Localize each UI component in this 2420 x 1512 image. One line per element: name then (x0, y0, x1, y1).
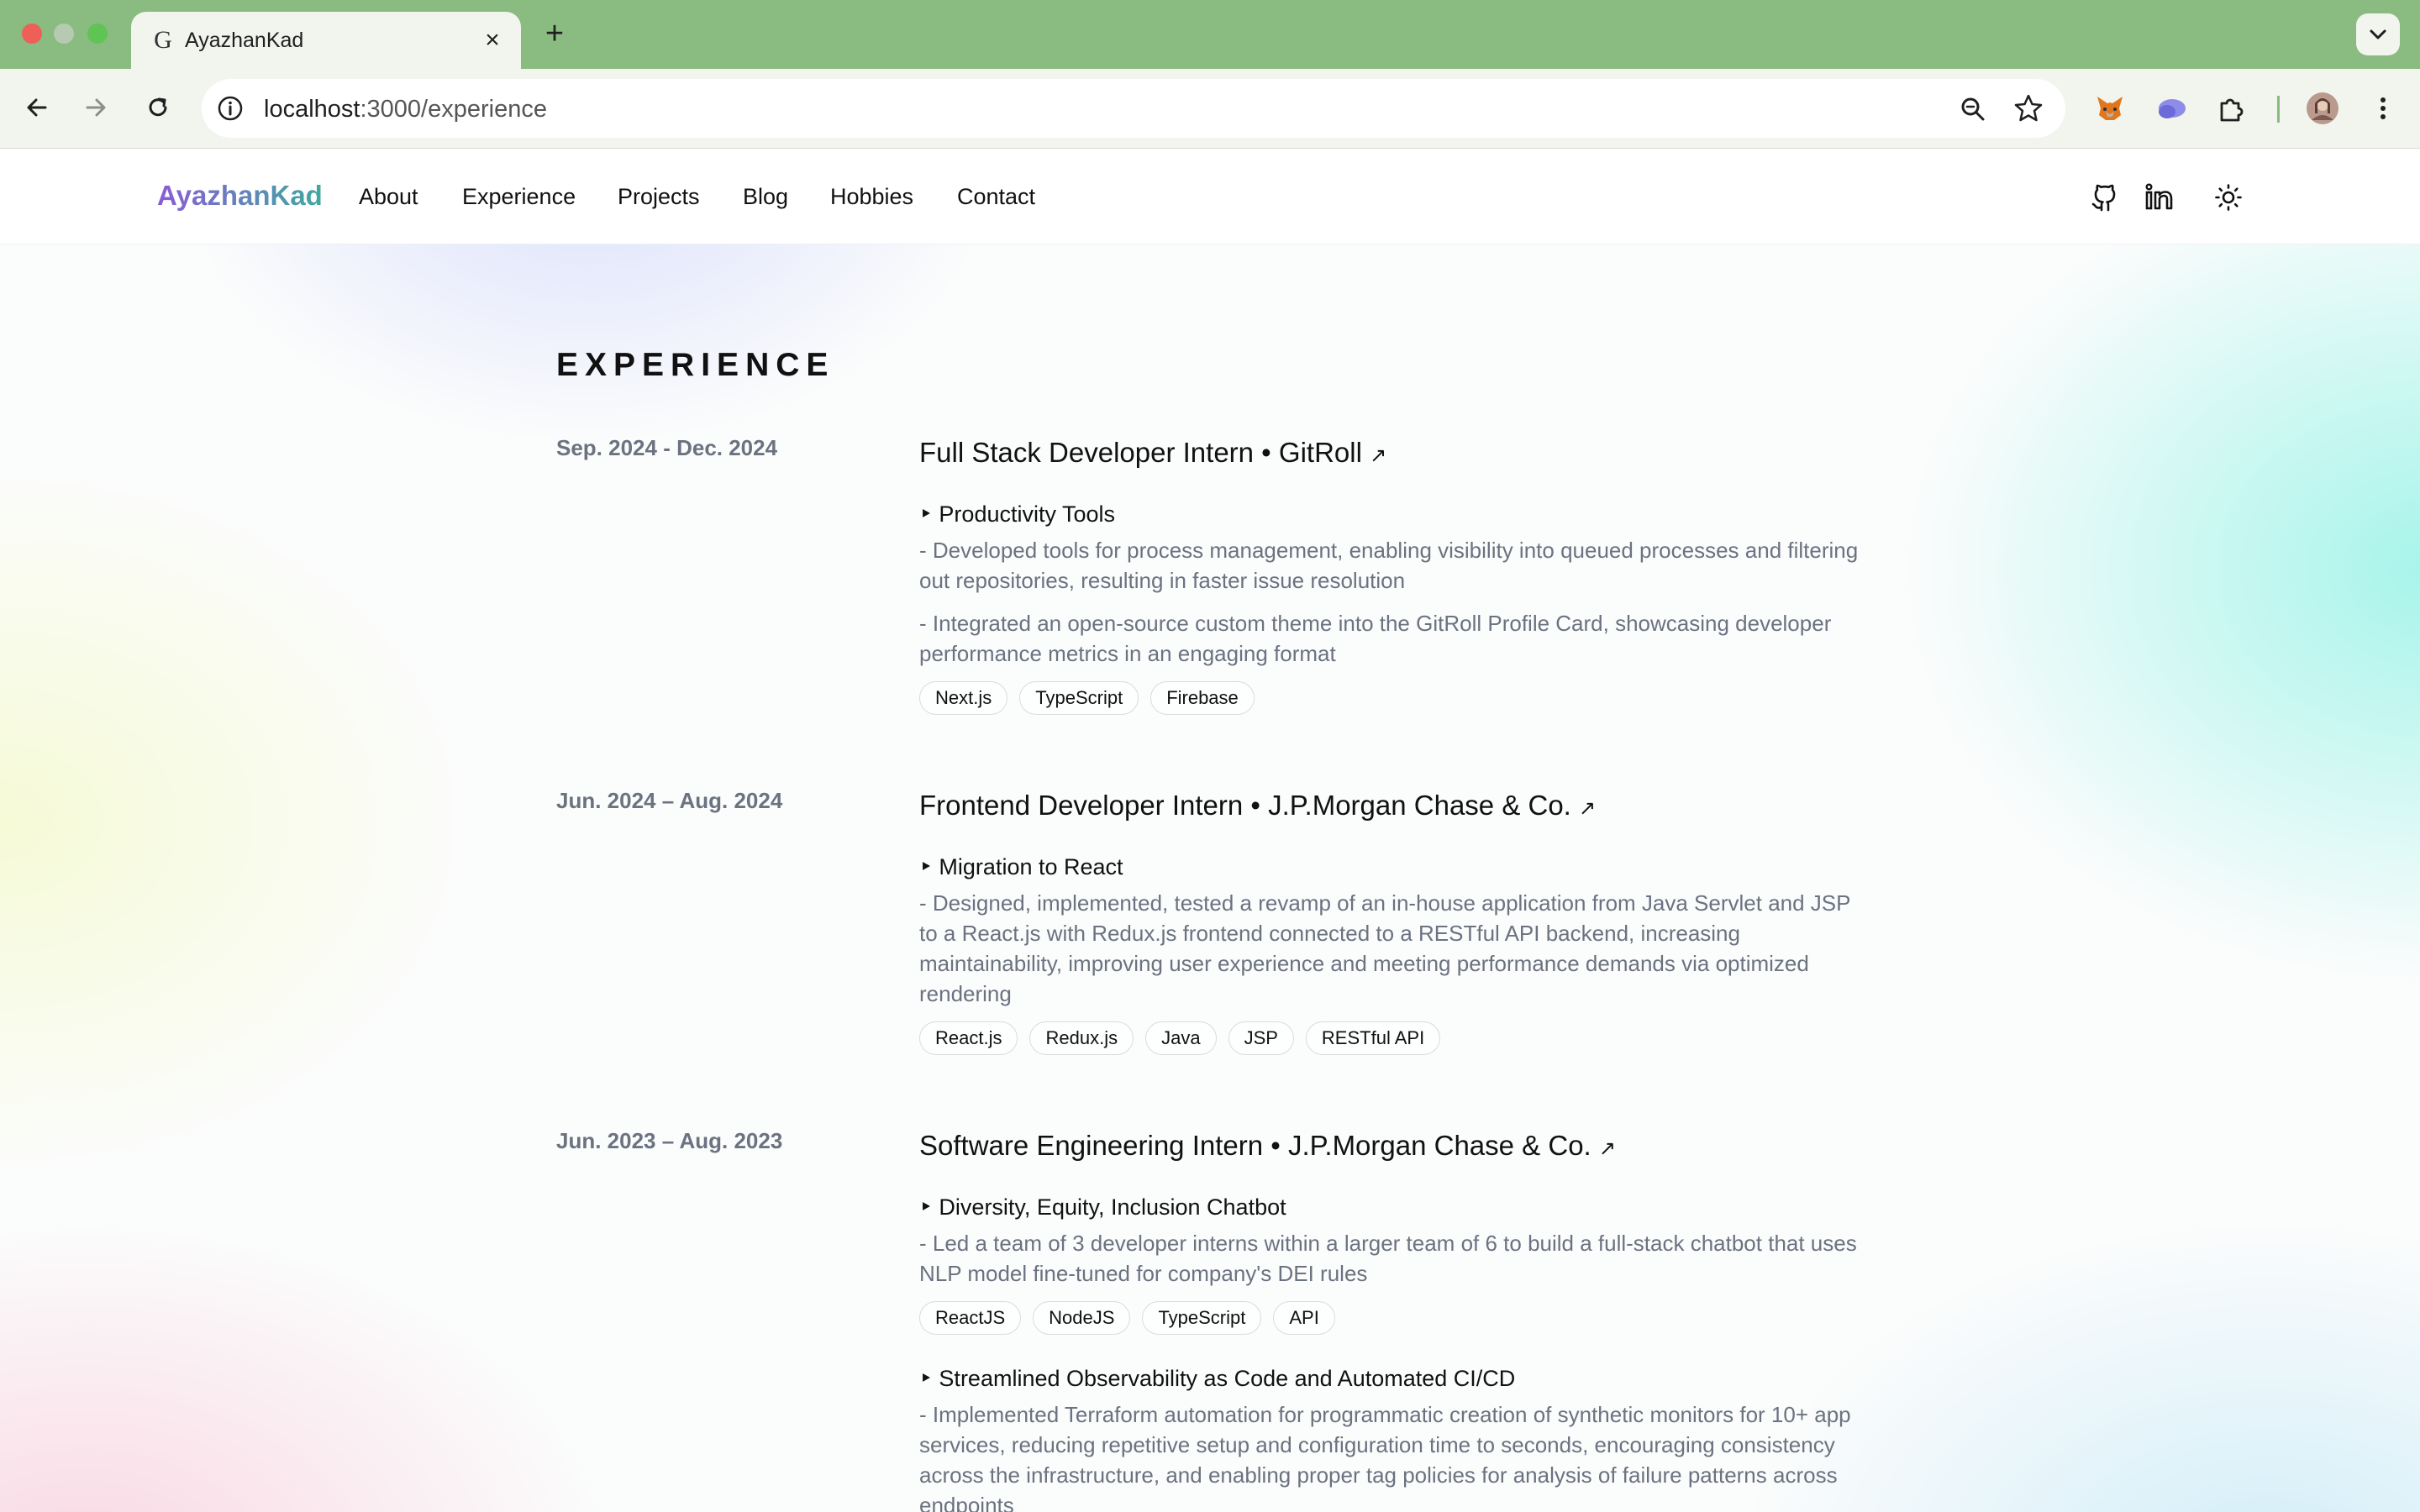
extensions-puzzle-icon[interactable] (2212, 89, 2251, 128)
window-minimize-button[interactable] (54, 24, 74, 44)
tech-tag: TypeScript (1019, 681, 1139, 715)
tab-title: AyazhanKad (185, 29, 304, 52)
tech-tag: NodeJS (1033, 1301, 1131, 1335)
reload-icon (149, 97, 167, 117)
project-bullet: - Integrated an open-source custom theme… (919, 611, 1832, 666)
tag-list: Next.js TypeScript Firebase (919, 681, 1255, 715)
external-link-arrow-icon: ↗ (1598, 1137, 1616, 1160)
bookmark-star-icon[interactable] (2012, 92, 2045, 125)
page-viewport: AyazhanKad About Experience Projects Blo… (0, 149, 2420, 1512)
address-bar[interactable]: localhost:3000/experience (202, 79, 2065, 138)
nav-link-blog[interactable]: Blog (743, 184, 788, 210)
back-arrow-icon (27, 98, 47, 117)
tech-tag: React.js (919, 1021, 1018, 1055)
browser-tab-active[interactable]: G AyazhanKad × (131, 12, 521, 69)
reload-button[interactable] (138, 87, 178, 128)
nav-link-projects[interactable]: Projects (618, 184, 700, 210)
metamask-fox-icon[interactable] (2091, 89, 2129, 128)
tab-favicon-icon: G (154, 26, 172, 54)
tech-tag: API (1273, 1301, 1335, 1335)
project-bullet: - Implemented Terraform automation for p… (919, 1402, 1851, 1512)
external-link-arrow-icon: ↗ (1579, 797, 1597, 820)
external-link-arrow-icon: ↗ (1370, 444, 1387, 467)
extension-cloud-icon[interactable] (2152, 89, 2191, 128)
experience-date: Sep. 2024 - Dec. 2024 (556, 435, 778, 460)
linkedin-icon[interactable] (2143, 181, 2176, 214)
project-name: ‣ Productivity Tools (919, 501, 1116, 527)
nav-link-hobbies[interactable]: Hobbies (830, 184, 913, 210)
site-brand-logo[interactable]: AyazhanKad (157, 180, 323, 212)
project-bullet: - Developed tools for process management… (919, 538, 1859, 593)
tech-tag: Redux.js (1029, 1021, 1134, 1055)
tab-close-icon[interactable]: × (479, 27, 506, 54)
profile-avatar[interactable] (2303, 89, 2342, 128)
tech-tag: ReactJS (919, 1301, 1022, 1335)
nav-link-contact[interactable]: Contact (957, 184, 1035, 210)
window-close-button[interactable] (22, 24, 42, 44)
back-button[interactable] (17, 87, 57, 128)
experience-title-link[interactable]: Frontend Developer Intern • J.P.Morgan C… (919, 790, 1596, 822)
github-icon[interactable] (2088, 181, 2122, 214)
sun-icon[interactable] (2212, 181, 2245, 214)
project-name: ‣ Migration to React (919, 854, 1123, 879)
chevron-down-icon (2370, 29, 2386, 39)
nav-link-about[interactable]: About (359, 184, 418, 210)
browser-toolbar: localhost:3000/experience (0, 69, 2420, 149)
site-info-icon[interactable] (213, 92, 247, 125)
window-maximize-button[interactable] (87, 24, 108, 44)
experience-title-link[interactable]: Full Stack Developer Intern • GitRoll ↗ (919, 437, 1386, 469)
browser-menu-icon[interactable] (2364, 89, 2402, 128)
tag-list: React.js Redux.js Java JSP RESTful API (919, 1021, 1441, 1055)
tech-tag: JSP (1228, 1021, 1294, 1055)
forward-arrow-icon (86, 98, 106, 117)
experience-title: Frontend Developer Intern • J.P.Morgan C… (919, 790, 1571, 821)
tech-tag: TypeScript (1142, 1301, 1262, 1335)
url-host: localhost (264, 96, 360, 123)
project-name: ‣ Diversity, Equity, Inclusion Chatbot (919, 1194, 1286, 1220)
experience-title: Full Stack Developer Intern • GitRoll (919, 437, 1362, 468)
url-path: :3000/experience (360, 96, 547, 123)
page-title: EXPERIENCE (556, 347, 835, 383)
project-bullet: - Designed, implemented, tested a revamp… (919, 890, 1851, 1006)
forward-button[interactable] (76, 87, 116, 128)
toolbar-separator (2277, 96, 2280, 123)
zoom-icon[interactable] (1956, 92, 1990, 126)
tag-list: ReactJS NodeJS TypeScript API (919, 1301, 1335, 1335)
tech-tag: Firebase (1150, 681, 1255, 715)
tab-search-button[interactable] (2356, 13, 2400, 55)
nav-link-experience[interactable]: Experience (462, 184, 576, 210)
tech-tag: RESTful API (1305, 1021, 1441, 1055)
experience-title: Software Engineering Intern • J.P.Morgan… (919, 1130, 1591, 1161)
experience-date: Jun. 2024 – Aug. 2024 (556, 788, 783, 813)
experience-date: Jun. 2023 – Aug. 2023 (556, 1128, 783, 1153)
project-bullet: - Led a team of 3 developer interns with… (919, 1231, 1857, 1286)
browser-tab-strip: G AyazhanKad × + (0, 0, 2420, 69)
tech-tag: Next.js (919, 681, 1008, 715)
experience-title-link[interactable]: Software Engineering Intern • J.P.Morgan… (919, 1130, 1616, 1162)
tech-tag: Java (1145, 1021, 1217, 1055)
new-tab-button[interactable]: + (538, 17, 571, 50)
url-text: localhost:3000/experience (264, 96, 547, 123)
site-navbar: AyazhanKad About Experience Projects Blo… (0, 149, 2420, 244)
project-name: ‣ Streamlined Observability as Code and … (919, 1366, 1516, 1391)
